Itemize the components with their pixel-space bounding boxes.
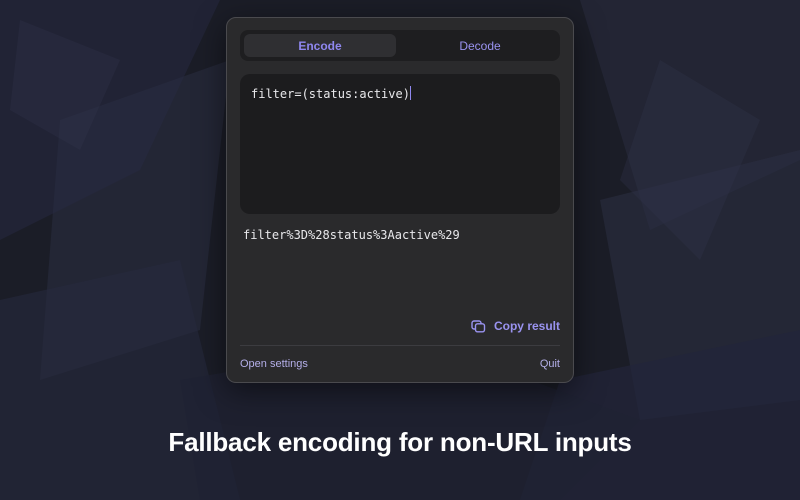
copy-result-label: Copy result	[493, 319, 560, 333]
footer-divider	[240, 345, 560, 346]
text-caret	[409, 86, 411, 100]
tab-decode[interactable]: Decode	[404, 34, 556, 57]
copy-result-button[interactable]: Copy result	[471, 319, 560, 333]
quit-link[interactable]: Quit	[540, 358, 560, 370]
output-text: filter%3D%28status%3Aactive%29	[243, 228, 460, 242]
encoder-panel: Encode Decode filter=(status:active) fil…	[226, 17, 574, 383]
copy-icon	[471, 319, 486, 332]
feature-caption: Fallback encoding for non-URL inputs	[168, 427, 632, 457]
tab-encode[interactable]: Encode	[244, 34, 396, 57]
open-settings-link[interactable]: Open settings	[240, 358, 308, 370]
input-editor[interactable]: filter=(status:active)	[240, 74, 560, 214]
input-text: filter=(status:active)	[251, 87, 410, 101]
mode-segmented-control: Encode Decode	[240, 30, 560, 61]
